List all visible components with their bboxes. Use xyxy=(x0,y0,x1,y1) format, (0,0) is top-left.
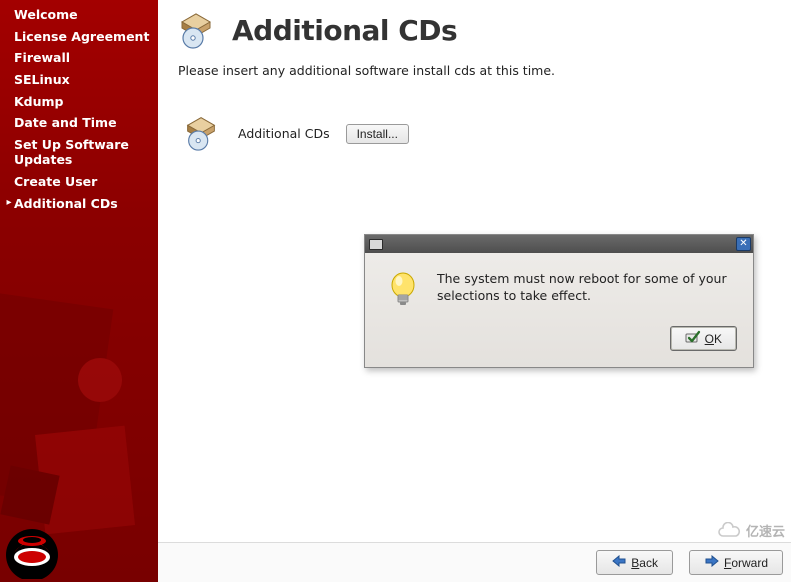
sidebar-item-label: Set Up Software Updates xyxy=(14,137,152,168)
main-panel: Additional CDs Please insert any additio… xyxy=(158,0,791,582)
back-button[interactable]: Back xyxy=(596,550,673,575)
sidebar-item-label: Create User xyxy=(14,174,152,190)
sidebar: Welcome License Agreement Firewall SELin… xyxy=(0,0,158,582)
install-button[interactable]: Install... xyxy=(346,124,409,144)
sidebar-marker xyxy=(4,94,14,95)
sidebar-item-license[interactable]: License Agreement xyxy=(0,26,158,48)
reboot-dialog: ✕ The system must now reboot for some of… xyxy=(364,234,754,368)
page-header: Additional CDs xyxy=(158,0,791,61)
ok-button[interactable]: OK xyxy=(670,326,737,351)
sidebar-marker xyxy=(4,137,14,138)
sidebar-item-createuser[interactable]: Create User xyxy=(0,171,158,193)
page-title: Additional CDs xyxy=(232,14,457,47)
arrow-right-icon xyxy=(704,555,720,570)
redhat-logo xyxy=(0,519,70,582)
arrow-left-icon xyxy=(611,555,627,570)
back-label: Back xyxy=(631,556,658,570)
sidebar-item-label: Date and Time xyxy=(14,115,152,131)
sidebar-marker xyxy=(4,50,14,51)
cloud-icon xyxy=(716,522,742,540)
sidebar-item-additionalcds[interactable]: ▸ Additional CDs xyxy=(0,193,158,215)
sidebar-item-datetime[interactable]: Date and Time xyxy=(0,112,158,134)
watermark: 亿速云 xyxy=(716,521,785,540)
apply-icon xyxy=(685,330,701,347)
additional-cds-row: Additional CDs Install... xyxy=(158,98,791,165)
sidebar-item-firewall[interactable]: Firewall xyxy=(0,47,158,69)
forward-button[interactable]: Forward xyxy=(689,550,783,575)
sidebar-item-updates[interactable]: Set Up Software Updates xyxy=(0,134,158,171)
sidebar-marker xyxy=(4,7,14,8)
box-cd-icon xyxy=(176,8,218,53)
box-cd-icon-small xyxy=(182,112,222,155)
window-menu-icon[interactable] xyxy=(369,239,383,250)
sidebar-item-label: SELinux xyxy=(14,72,152,88)
close-icon[interactable]: ✕ xyxy=(736,237,751,251)
sidebar-item-welcome[interactable]: Welcome xyxy=(0,4,158,26)
sidebar-marker xyxy=(4,29,14,30)
sidebar-item-label: Firewall xyxy=(14,50,152,66)
dialog-titlebar[interactable]: ✕ xyxy=(365,235,753,253)
wizard-footer: Back Forward xyxy=(158,542,791,582)
sidebar-item-label: License Agreement xyxy=(14,29,152,45)
sidebar-item-kdump[interactable]: Kdump xyxy=(0,91,158,113)
forward-label: Forward xyxy=(724,556,768,570)
sidebar-item-label: Additional CDs xyxy=(14,196,152,212)
watermark-text: 亿速云 xyxy=(746,521,785,540)
dialog-message: The system must now reboot for some of y… xyxy=(437,271,733,312)
sidebar-marker xyxy=(4,174,14,175)
page-intro-text: Please insert any additional software in… xyxy=(158,61,791,98)
additional-cds-label: Additional CDs xyxy=(238,126,330,141)
lightbulb-icon xyxy=(387,271,419,312)
sidebar-marker xyxy=(4,72,14,73)
sidebar-marker xyxy=(4,115,14,116)
sidebar-item-label: Welcome xyxy=(14,7,152,23)
sidebar-marker-active: ▸ xyxy=(4,196,14,210)
sidebar-item-label: Kdump xyxy=(14,94,152,110)
sidebar-item-selinux[interactable]: SELinux xyxy=(0,69,158,91)
ok-label: OK xyxy=(705,332,722,346)
